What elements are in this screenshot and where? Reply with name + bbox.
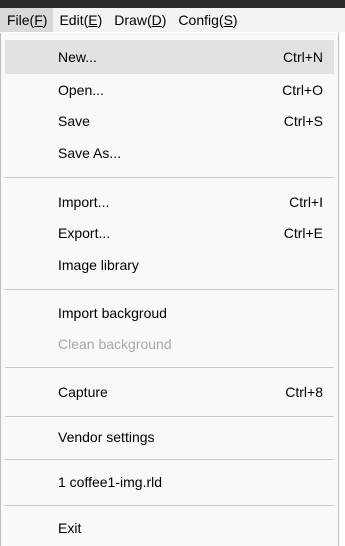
- menu-item-recent-file-1[interactable]: 1 coffee1-img.rld: [5, 465, 334, 499]
- menu-item-label: New...: [58, 49, 97, 65]
- menu-item-label: Image library: [58, 257, 139, 273]
- file-menu-dropdown: New... Ctrl+N Open... Ctrl+O Save Ctrl+S…: [0, 33, 339, 546]
- window-title-strip: [0, 0, 345, 8]
- menu-item-label: 1 coffee1-img.rld: [58, 474, 163, 490]
- menu-item-import-background[interactable]: Import backgroud: [5, 296, 334, 330]
- menu-item-label: Clean background: [58, 336, 172, 352]
- menu-file[interactable]: File(F): [0, 8, 54, 32]
- shortcut-text: Ctrl+I: [289, 194, 323, 210]
- menu-item-save[interactable]: Save Ctrl+S: [5, 104, 334, 138]
- menu-separator: [5, 177, 334, 178]
- menu-item-label: Vendor settings: [58, 429, 155, 445]
- menu-item-label: Export...: [58, 225, 111, 241]
- menu-item-label: Save As...: [58, 145, 122, 161]
- menu-item-import[interactable]: Import... Ctrl+I: [5, 185, 334, 219]
- shortcut-text: Ctrl+8: [285, 384, 323, 400]
- menu-item-label: Import backgroud: [58, 305, 167, 321]
- menu-item-label: Exit: [58, 520, 82, 536]
- menu-item-new[interactable]: New... Ctrl+N: [5, 40, 334, 74]
- menu-separator: [5, 367, 334, 368]
- shortcut-text: Ctrl+S: [283, 113, 323, 129]
- menu-config[interactable]: Config(S): [172, 8, 243, 32]
- menu-edit[interactable]: Edit(E): [53, 8, 108, 32]
- shortcut-text: Ctrl+N: [282, 49, 323, 65]
- menu-item-capture[interactable]: Capture Ctrl+8: [5, 375, 334, 409]
- shortcut-text: Ctrl+O: [282, 82, 323, 98]
- menu-item-exit[interactable]: Exit: [5, 511, 334, 545]
- menu-separator: [5, 505, 334, 506]
- menu-item-label: Import...: [58, 194, 110, 210]
- menu-draw[interactable]: Draw(D): [108, 8, 172, 32]
- menu-item-label: Save: [58, 113, 90, 129]
- menu-item-save-as[interactable]: Save As...: [5, 136, 334, 170]
- shortcut-text: Ctrl+E: [283, 225, 323, 241]
- menu-item-vendor-settings[interactable]: Vendor settings: [5, 420, 334, 454]
- menu-item-open[interactable]: Open... Ctrl+O: [5, 73, 334, 107]
- menu-item-label: Capture: [58, 384, 108, 400]
- menu-item-clean-background: Clean background: [5, 327, 334, 361]
- menu-separator: [5, 416, 334, 417]
- menu-item-image-library[interactable]: Image library: [5, 248, 334, 282]
- menu-item-label: Open...: [58, 82, 104, 98]
- menu-separator: [5, 289, 334, 290]
- menu-separator: [5, 459, 334, 460]
- menu-item-export[interactable]: Export... Ctrl+E: [5, 216, 334, 250]
- menu-bar: File(F) Edit(E) Draw(D) Config(S): [0, 8, 345, 32]
